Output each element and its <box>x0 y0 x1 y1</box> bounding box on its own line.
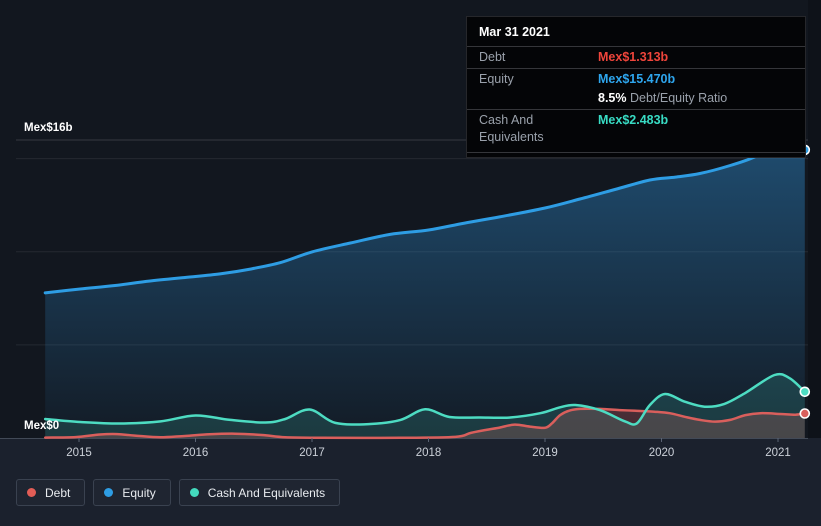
legend-cash-label: Cash And Equivalents <box>207 485 326 500</box>
tooltip-debt-row: Debt Mex$1.313b <box>467 46 805 68</box>
equity-color-dot <box>104 488 114 497</box>
tooltip-cash-row: Cash And Equivalents Mex$2.483b <box>467 109 805 148</box>
x-axis-label-2015: 2015 <box>66 447 92 459</box>
cash-and-equivalents-end-marker[interactable] <box>799 386 811 398</box>
x-axis-label-2016: 2016 <box>183 447 209 459</box>
x-axis-label-2021: 2021 <box>765 447 791 459</box>
tooltip-ratio-row: 8.5% Debt/Equity Ratio <box>467 90 805 109</box>
tooltip-equity-value: Mex$15.470b <box>598 72 676 86</box>
tooltip-debt-label: Debt <box>479 50 506 64</box>
chart-legend: Debt Equity Cash And Equivalents <box>16 479 341 506</box>
legend-item-cash[interactable]: Cash And Equivalents <box>178 479 341 506</box>
x-axis-label-2019: 2019 <box>532 447 558 459</box>
legend-debt-label: Debt <box>45 485 71 500</box>
x-axis-label-2020: 2020 <box>649 447 675 459</box>
tooltip-equity-label: Equity <box>479 72 514 86</box>
cash-color-dot <box>189 488 199 497</box>
y-axis-label-bottom: Mex$0 <box>24 420 59 432</box>
tooltip-ratio-value: 8.5% <box>598 91 627 105</box>
legend-equity-label: Equity <box>122 485 156 500</box>
x-axis-label-2017: 2017 <box>299 447 325 459</box>
legend-item-equity[interactable]: Equity <box>93 479 171 506</box>
tooltip-cash-label: Cash And Equivalents <box>479 113 544 144</box>
tooltip-ratio-label: Debt/Equity Ratio <box>629 91 728 105</box>
y-axis-label-top: Mex$16b <box>24 122 73 134</box>
tooltip-debt-value: Mex$1.313b <box>598 50 669 64</box>
legend-item-debt[interactable]: Debt <box>16 479 86 506</box>
tooltip-cash-value: Mex$2.483b <box>598 113 669 127</box>
tooltip-equity-row: Equity Mex$15.470b <box>467 68 805 90</box>
x-axis-label-2018: 2018 <box>416 447 442 459</box>
plot-right-margin <box>808 0 821 438</box>
tooltip-ratio: 8.5% Debt/Equity Ratio <box>598 90 727 107</box>
tooltip-date: Mar 31 2021 <box>479 25 550 39</box>
debt-end-marker[interactable] <box>799 408 811 419</box>
debt-color-dot <box>27 488 36 497</box>
chart-tooltip: Mar 31 2021 Debt Mex$1.313b Equity Mex$1… <box>466 16 806 158</box>
